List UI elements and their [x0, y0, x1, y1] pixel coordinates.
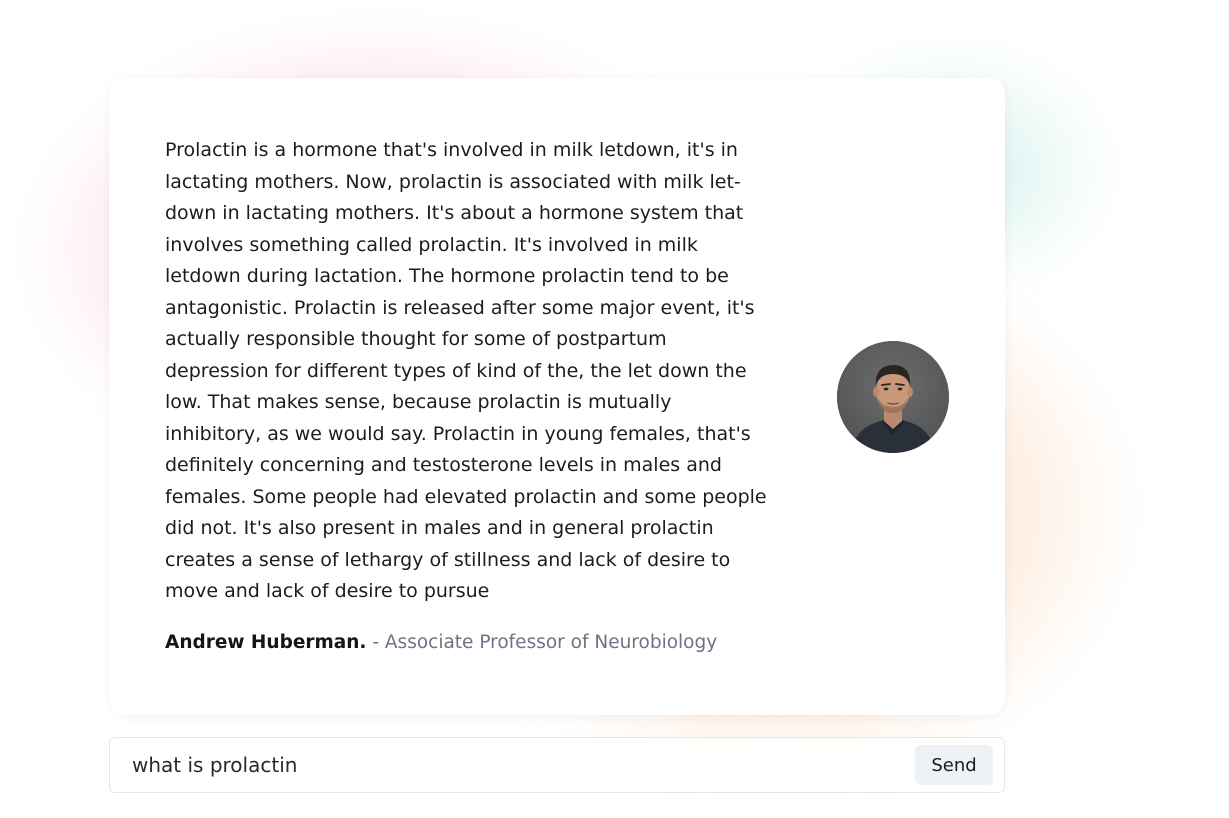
send-button[interactable]: Send [915, 745, 993, 785]
attribution: Andrew Huberman. - Associate Professor o… [165, 630, 717, 656]
chat-input[interactable] [132, 750, 892, 780]
chat-input-bar: Send [109, 737, 1005, 793]
avatar [837, 341, 949, 453]
author-name: Andrew Huberman. [165, 632, 367, 653]
page: Prolactin is a hormone that's involved i… [0, 0, 1229, 818]
author-role: - Associate Professor of Neurobiology [366, 632, 718, 653]
quote-text: Prolactin is a hormone that's involved i… [165, 139, 767, 602]
answer-card: Prolactin is a hormone that's involved i… [109, 78, 1005, 715]
avatar-portrait-icon [837, 341, 949, 453]
